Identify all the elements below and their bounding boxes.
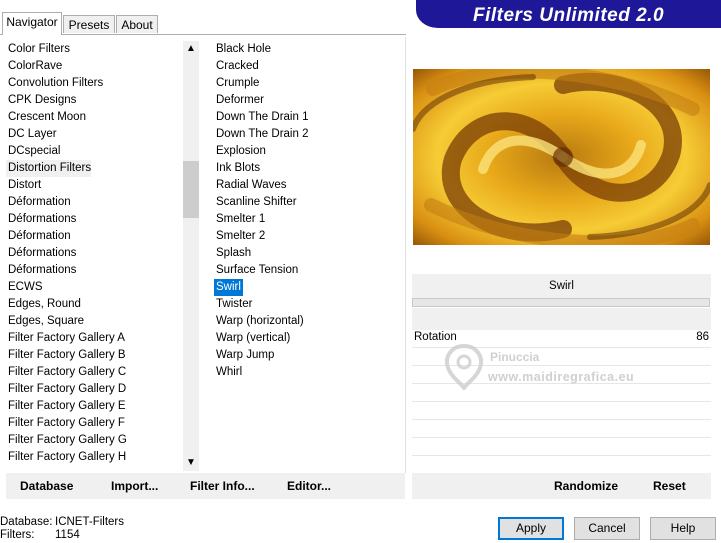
import-button[interactable]: Import... [111, 473, 158, 499]
filter-item[interactable]: Twister [214, 296, 252, 313]
category-item[interactable]: Filter Factory Gallery H [6, 449, 126, 466]
apply-button[interactable]: Apply [498, 517, 564, 540]
filter-progress-bar [412, 298, 710, 307]
category-item[interactable]: DC Layer [6, 126, 57, 143]
filter-item[interactable]: Warp (horizontal) [214, 313, 304, 330]
category-item[interactable]: Filter Factory Gallery A [6, 330, 125, 347]
category-item[interactable]: Convolution Filters [6, 75, 103, 92]
category-item[interactable]: Edges, Square [6, 313, 84, 330]
filter-item[interactable]: Splash [214, 245, 251, 262]
watermark-name: Pinuccia [490, 350, 540, 364]
filter-item[interactable]: Down The Drain 2 [214, 126, 308, 143]
params-spacer [412, 308, 711, 330]
category-item[interactable]: Déformation [6, 228, 71, 245]
category-item[interactable]: CPK Designs [6, 92, 76, 109]
filter-item[interactable]: Down The Drain 1 [214, 109, 308, 126]
filters-count-value: 1154 [55, 529, 80, 541]
category-item[interactable]: Filter Factory Gallery E [6, 398, 126, 415]
filter-item[interactable]: Warp (vertical) [214, 330, 290, 347]
category-item[interactable]: Color Filters [6, 41, 70, 58]
category-list[interactable]: Color Filters ColorRave Convolution Filter… [6, 41, 183, 471]
editor-button[interactable]: Editor... [287, 473, 331, 499]
tab-navigator[interactable]: Navigator [2, 12, 62, 35]
filter-item[interactable]: Black Hole [214, 41, 271, 58]
watermark-logo-icon [445, 343, 483, 390]
database-label: Database: [0, 516, 53, 528]
database-button[interactable]: Database [20, 473, 73, 499]
filter-item[interactable]: Swirl [214, 279, 243, 296]
category-item[interactable]: ColorRave [6, 58, 62, 75]
watermark-url: www.maidiregrafica.eu [488, 370, 635, 384]
param-row-empty [412, 420, 711, 438]
category-item[interactable]: Filter Factory Gallery B [6, 347, 126, 364]
filter-item[interactable]: Crumple [214, 75, 259, 92]
watermark: Pinuccia www.maidiregrafica.eu [440, 342, 680, 390]
tab-presets[interactable]: Presets [63, 15, 115, 33]
filter-item[interactable]: Explosion [214, 143, 266, 160]
help-button[interactable]: Help [650, 517, 716, 540]
panel-divider [405, 37, 406, 473]
filter-item[interactable]: Whirl [214, 364, 242, 381]
category-item[interactable]: Déformation [6, 194, 71, 211]
filter-item[interactable]: Radial Waves [214, 177, 287, 194]
category-item[interactable]: Distortion Filters [6, 160, 92, 177]
scroll-down-icon[interactable]: ▼ [183, 455, 199, 471]
category-item[interactable]: Filter Factory Gallery C [6, 364, 126, 381]
tab-about[interactable]: About [116, 15, 158, 33]
product-title: Filters Unlimited 2.0 [472, 5, 665, 26]
category-item[interactable]: Distort [6, 177, 41, 194]
randomize-button[interactable]: Randomize [554, 473, 618, 499]
filters-count-label: Filters: [0, 529, 35, 541]
category-item[interactable]: Filter Factory Gallery F [6, 415, 125, 432]
category-scrollbar[interactable]: ▲ ▼ [183, 41, 199, 471]
category-item[interactable]: Déformations [6, 211, 76, 228]
filter-item[interactable]: Smelter 1 [214, 211, 265, 228]
param-row-empty [412, 456, 711, 473]
category-item[interactable]: Crescent Moon [6, 109, 86, 126]
category-item[interactable]: Déformations [6, 262, 76, 279]
param-row-empty [412, 402, 711, 420]
scrollbar-thumb[interactable] [183, 161, 199, 218]
category-item[interactable]: Edges, Round [6, 296, 81, 313]
filter-name-header: Swirl [412, 274, 711, 298]
filter-item[interactable]: Smelter 2 [214, 228, 265, 245]
filter-item[interactable]: Surface Tension [214, 262, 298, 279]
filter-item[interactable]: Deformer [214, 92, 264, 109]
reset-button[interactable]: Reset [653, 473, 686, 499]
filter-item[interactable]: Warp Jump [214, 347, 274, 364]
category-item[interactable]: ECWS [6, 279, 43, 296]
cancel-button[interactable]: Cancel [574, 517, 640, 540]
category-item[interactable]: Déformations [6, 245, 76, 262]
category-item[interactable]: Filter Factory Gallery G [6, 432, 127, 449]
category-item[interactable]: Filter Factory Gallery D [6, 381, 126, 398]
preview-image [413, 69, 710, 245]
param-row-empty [412, 438, 711, 456]
filter-list[interactable]: Black Hole Cracked Crumple Deformer Down The… [214, 41, 399, 471]
filter-info-button[interactable]: Filter Info... [190, 473, 255, 499]
filter-item[interactable]: Ink Blots [214, 160, 260, 177]
param-value[interactable]: 86 [696, 331, 709, 343]
category-item[interactable]: DCspecial [6, 143, 60, 160]
scroll-up-icon[interactable]: ▲ [183, 41, 199, 57]
filter-item[interactable]: Scanline Shifter [214, 194, 297, 211]
database-value: ICNET-Filters [55, 516, 124, 528]
filter-item[interactable]: Cracked [214, 58, 259, 75]
product-banner: Filters Unlimited 2.0 [416, 0, 721, 28]
